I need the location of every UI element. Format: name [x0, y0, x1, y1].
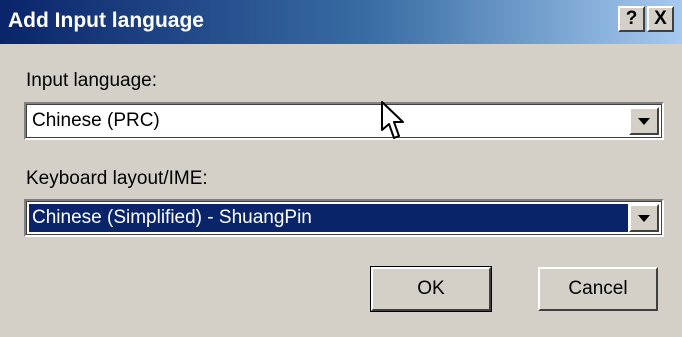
keyboard-layout-dropdown[interactable]: Chinese (Simplified) - ShuangPin: [24, 199, 664, 237]
mouse-pointer-icon: [381, 101, 404, 139]
help-button[interactable]: ?: [618, 6, 645, 32]
ok-button[interactable]: OK: [370, 266, 492, 312]
window-title: Add Input language: [8, 9, 204, 32]
keyboard-layout-label: Keyboard layout/IME:: [26, 168, 208, 189]
input-language-dropdown[interactable]: Chinese (PRC): [24, 102, 664, 140]
input-language-label: Input language:: [26, 70, 158, 91]
keyboard-layout-value: Chinese (Simplified) - ShuangPin: [32, 207, 312, 228]
cancel-button[interactable]: Cancel: [538, 267, 658, 311]
chevron-down-icon: [638, 214, 650, 222]
input-language-value: Chinese (PRC): [32, 110, 160, 131]
title-bar[interactable]: Add Input language ? X: [0, 0, 682, 44]
input-language-dropdown-button[interactable]: [629, 107, 659, 135]
dialog-body: Input language: Chinese (PRC) Keyboard l…: [0, 44, 682, 337]
chevron-down-icon: [638, 117, 650, 125]
close-button[interactable]: X: [647, 6, 674, 32]
keyboard-layout-dropdown-button[interactable]: [629, 204, 659, 232]
